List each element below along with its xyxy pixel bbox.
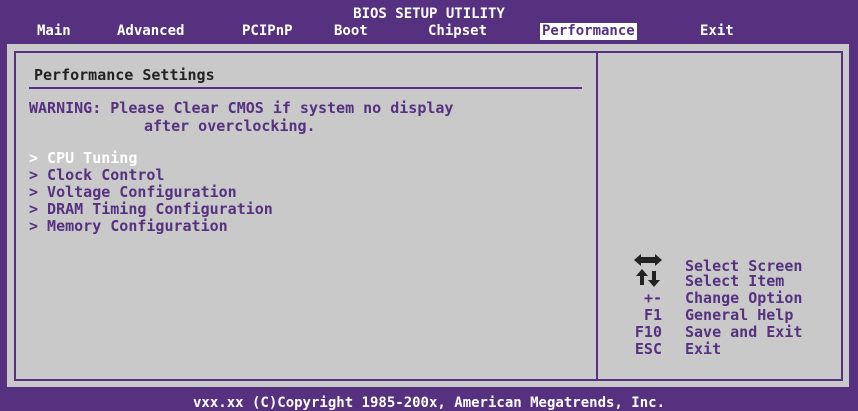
help-key-f10: F10	[634, 323, 662, 341]
copyright-footer: vxx.xx (C)Copyright 1985-200x, American …	[192, 395, 665, 411]
title-divider	[29, 87, 582, 89]
help-save-and-exit: Save and Exit	[685, 323, 803, 341]
tab-main[interactable]: Main	[37, 24, 71, 38]
tab-exit[interactable]: Exit	[700, 24, 734, 38]
main-panel: Performance Settings WARNING: Please Cle…	[7, 44, 849, 387]
help-key-esc: ESC	[634, 340, 662, 358]
help-key-plus-minus: +-	[643, 289, 662, 307]
arrows-up-down-icon	[636, 269, 660, 287]
warning-text-continued: after overclocking.	[144, 117, 316, 135]
menu-item-dram-timing-configuration[interactable]: > DRAM Timing Configuration	[29, 202, 273, 217]
tab-advanced[interactable]: Advanced	[117, 24, 184, 38]
tab-pcipnp[interactable]: PCIPnP	[242, 24, 293, 38]
menu-item-cpu-tuning[interactable]: > CPU Tuning	[29, 151, 137, 166]
menu-item-memory-configuration[interactable]: > Memory Configuration	[29, 219, 228, 234]
help-exit: Exit	[685, 340, 722, 358]
tab-chipset[interactable]: Chipset	[428, 24, 487, 38]
tab-performance[interactable]: Performance	[540, 23, 637, 40]
menu-item-clock-control[interactable]: > Clock Control	[29, 168, 164, 183]
help-key-f1: F1	[643, 306, 662, 324]
bios-title: BIOS SETUP UTILITY	[353, 6, 505, 22]
help-select-item: Select Item	[685, 272, 785, 290]
warning-text: WARNING: Please Clear CMOS if system no …	[29, 99, 454, 117]
help-change-option: Change Option	[685, 289, 803, 307]
page-title: Performance Settings	[34, 66, 215, 84]
menu-item-voltage-configuration[interactable]: > Voltage Configuration	[29, 185, 237, 200]
tab-boot[interactable]: Boot	[334, 24, 368, 38]
help-general-help: General Help	[685, 306, 794, 324]
